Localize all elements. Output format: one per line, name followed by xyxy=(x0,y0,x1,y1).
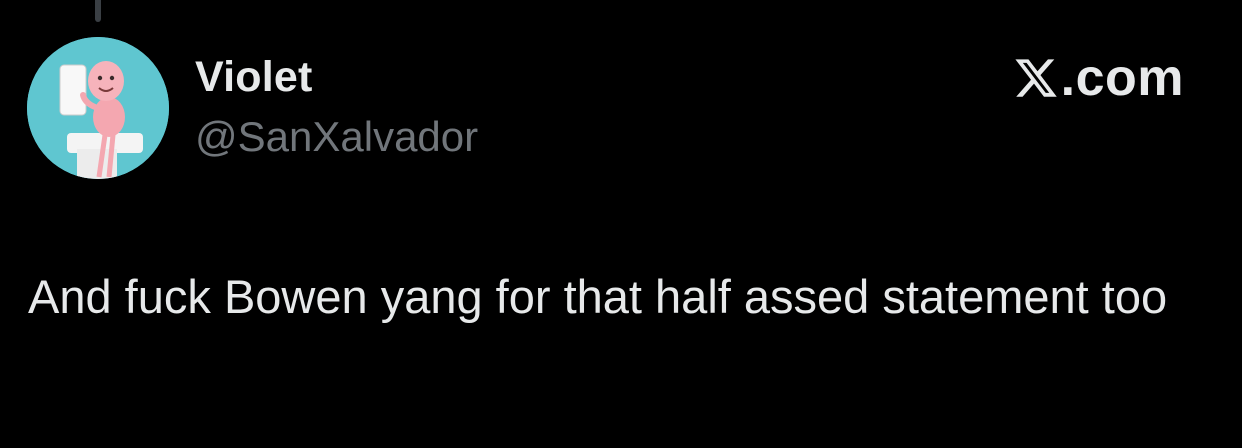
thread-connector-line xyxy=(95,0,101,22)
cartoon-character-icon xyxy=(27,37,169,179)
author-handle[interactable]: @SanXalvador xyxy=(195,113,478,161)
x-logo-icon xyxy=(1015,59,1057,97)
avatar[interactable] xyxy=(27,37,169,179)
brand-domain-text: .com xyxy=(1060,49,1184,107)
x-com-brand: .com xyxy=(1013,52,1184,104)
author-display-name[interactable]: Violet xyxy=(195,53,313,102)
tweet-text: And fuck Bowen yang for that half assed … xyxy=(28,270,1168,323)
